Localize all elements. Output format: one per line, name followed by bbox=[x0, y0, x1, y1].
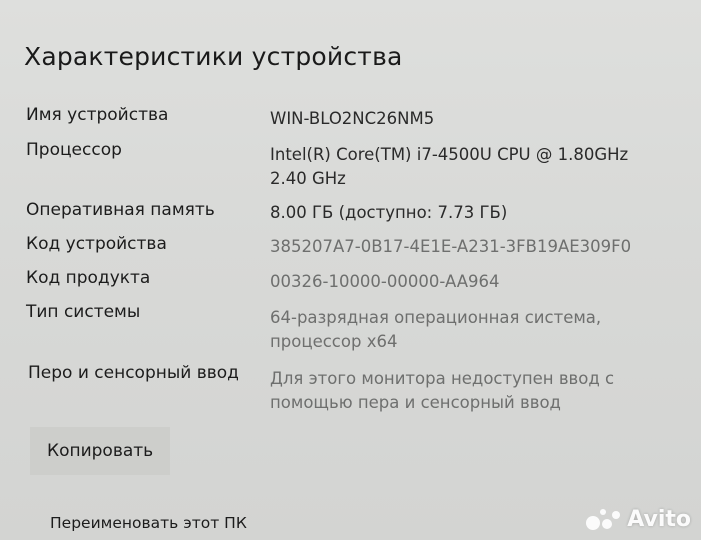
spec-label: Имя устройства bbox=[26, 105, 169, 125]
spec-value: WIN-BLO2NC26NM5 bbox=[270, 109, 435, 128]
page-title: Характеристики устройства bbox=[24, 42, 403, 71]
avito-watermark: Avito bbox=[585, 506, 691, 532]
copy-button[interactable]: Копировать bbox=[30, 427, 170, 475]
watermark-text: Avito bbox=[627, 506, 691, 532]
spec-value: Intel(R) Core(TM) i7-4500U CPU @ 1.80GHz… bbox=[270, 145, 629, 188]
spec-label: Код устройства bbox=[26, 234, 167, 254]
spec-value: 64-разрядная операционная система, проце… bbox=[270, 308, 602, 351]
spec-label: Код продукта bbox=[26, 268, 151, 288]
rename-pc-link[interactable]: Переименовать этот ПК bbox=[50, 514, 247, 532]
spec-label: Перо и сенсорный ввод bbox=[28, 363, 239, 383]
spec-label: Тип системы bbox=[26, 302, 141, 322]
spec-value: 8.00 ГБ (доступно: 7.73 ГБ) bbox=[270, 203, 508, 222]
spec-label: Оперативная память bbox=[26, 200, 215, 220]
spec-value: 00326-10000-00000-AA964 bbox=[270, 272, 500, 291]
spec-value: Для этого монитора недоступен ввод с пом… bbox=[270, 369, 615, 412]
settings-screen: Характеристики устройства Имя устройства… bbox=[0, 0, 701, 540]
spec-label: Процессор bbox=[26, 140, 122, 160]
spec-value: 385207A7-0B17-4E1E-A231-3FB19AE309F0 bbox=[270, 237, 632, 256]
avito-logo-icon bbox=[586, 509, 621, 530]
